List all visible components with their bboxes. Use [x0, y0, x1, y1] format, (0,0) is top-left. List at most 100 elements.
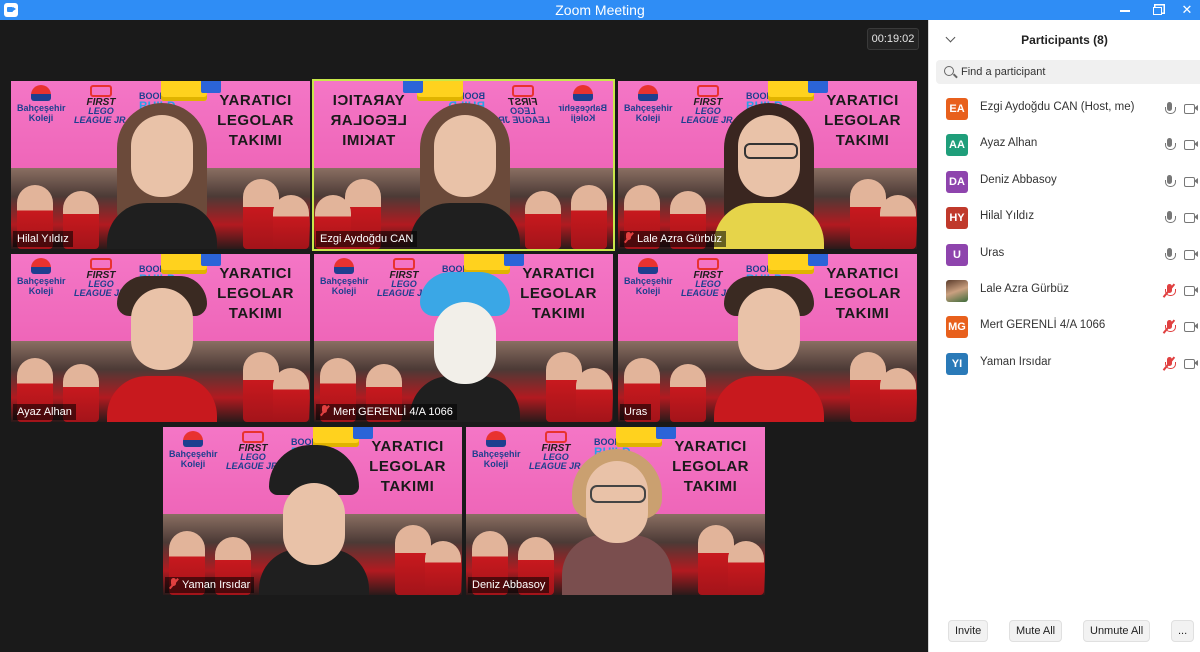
video-camera-icon[interactable] — [1184, 285, 1198, 296]
tile-name-label: Yaman Irsıdar — [165, 577, 255, 593]
avatar: DA — [946, 170, 968, 193]
participant-face — [738, 288, 800, 370]
team-member-figure — [425, 541, 461, 595]
participant-face — [434, 115, 496, 197]
slogan-line2: LEGOLAR — [330, 112, 407, 129]
unmute-all-button[interactable]: Unmute All — [1083, 620, 1151, 642]
participant-video — [107, 272, 217, 422]
participant-body — [714, 376, 824, 422]
team-member-figure — [880, 368, 916, 422]
team-member-figure — [880, 195, 916, 249]
first-logo-icon — [512, 85, 534, 97]
video-camera-icon[interactable] — [1184, 213, 1198, 224]
team-slogan: YARATICI LEGOLAR TAKIMI — [217, 264, 294, 324]
mic-icon[interactable] — [1164, 138, 1176, 152]
avatar: U — [946, 243, 968, 266]
participant-face — [131, 288, 193, 370]
video-tile[interactable]: BahçeşehirKolejiFIRSTLEGOLEAGUE JR.BOOMT… — [466, 427, 765, 595]
video-camera-icon[interactable] — [1184, 176, 1198, 187]
participant-name: Ezgi Aydoğdu CAN (Host, me) — [980, 101, 1135, 113]
team-member-figure — [525, 191, 561, 249]
school-name-line2: Koleji — [28, 286, 54, 296]
mic-slash-icon — [1162, 319, 1175, 334]
video-tile[interactable]: BahçeşehirKolejiFIRSTLEGOLEAGUE JR.BOOMT… — [314, 254, 613, 422]
participant-list: EA Ezgi Aydoğdu CAN (Host, me) AA Ayaz Alha… — [929, 91, 1200, 382]
avatar: HY — [946, 207, 968, 230]
school-name-line2: Koleji — [635, 286, 661, 296]
team-slogan: YARATICI LEGOLAR TAKIMI — [520, 264, 597, 324]
participant-row[interactable]: YI Yaman Irsıdar — [929, 346, 1200, 382]
video-tile[interactable]: BahçeşehirKolejiFIRSTLEGOLEAGUE JR.BOOMT… — [618, 81, 917, 249]
school-flame-icon — [334, 258, 354, 274]
more-options-button[interactable]: ... — [1171, 620, 1195, 642]
search-icon — [944, 66, 954, 76]
team-slogan: YARATICI LEGOLAR TAKIMI — [330, 91, 407, 151]
participant-video — [107, 99, 217, 249]
close-button[interactable]: ✕ — [1172, 0, 1200, 20]
maximize-button[interactable] — [1142, 0, 1172, 20]
video-camera-icon[interactable] — [1184, 140, 1198, 151]
slogan-line1: YARATICI — [522, 265, 595, 282]
participant-row[interactable]: DA Deniz Abbasoy — [929, 164, 1200, 200]
minimize-button[interactable] — [1110, 0, 1140, 20]
invite-button[interactable]: Invite — [948, 620, 989, 642]
muted-mic-icon[interactable] — [1162, 356, 1176, 371]
search-input[interactable] — [961, 63, 1191, 81]
muted-mic-icon[interactable] — [1162, 319, 1176, 334]
slogan-line1: YARATICI — [332, 92, 405, 109]
mic-icon[interactable] — [1164, 174, 1176, 189]
participant-body — [107, 376, 217, 422]
school-flame-icon — [573, 85, 593, 101]
tile-name-label: Ayaz Alhan — [13, 404, 76, 420]
mic-icon[interactable] — [1164, 102, 1176, 116]
video-tile[interactable]: BahçeşehirKolejiFIRSTLEGOLEAGUE JR.BOOMT… — [163, 427, 462, 595]
participant-name: Hilal Yıldız — [980, 210, 1035, 223]
school-name-line1: Bahçeşehir — [624, 276, 673, 286]
participant-face — [738, 115, 800, 197]
muted-mic-icon[interactable] — [1162, 283, 1176, 298]
video-tile[interactable]: BahçeşehirKolejiFIRSTLEGOLEAGUE JR.BOOMT… — [618, 254, 917, 422]
mic-icon[interactable] — [1164, 211, 1176, 225]
team-member-figure — [273, 368, 309, 422]
participant-row[interactable]: EA Ezgi Aydoğdu CAN (Host, me) — [929, 91, 1200, 127]
participant-video — [562, 445, 672, 595]
video-tile[interactable]: BahçeşehirKolejiFIRSTLEGOLEAGUE JR.BOOMT… — [11, 254, 310, 422]
school-name-line1: Bahçeşehir — [624, 103, 673, 113]
participants-header: Participants (8) — [929, 20, 1200, 60]
slogan-line3: TAKIMI — [835, 305, 890, 322]
video-camera-icon[interactable] — [1184, 322, 1198, 333]
participant-face — [434, 302, 496, 384]
team-member-figure — [273, 195, 309, 249]
avatar: AA — [946, 134, 968, 157]
participant-row[interactable]: U Uras — [929, 237, 1200, 273]
participant-row[interactable]: Lale Azra Gürbüz — [929, 273, 1200, 309]
mute-all-button[interactable]: Mute All — [1009, 620, 1063, 642]
tile-name-label: Hilal Yıldız — [13, 231, 73, 247]
video-tile[interactable]: BahçeşehirKolejiFIRSTLEGOLEAGUE JR.BOOMT… — [11, 81, 310, 249]
video-camera-icon[interactable] — [1184, 358, 1198, 369]
mic-slash-icon — [1162, 283, 1175, 298]
participant-row[interactable]: MG Mert GERENLİ 4/A 1066 — [929, 309, 1200, 345]
school-flame-icon — [183, 431, 203, 447]
mic-slash-icon — [1162, 356, 1175, 371]
school-name-line1: Bahçeşehir — [320, 276, 369, 286]
first-logo-icon — [697, 85, 719, 97]
participant-search[interactable] — [936, 60, 1200, 84]
video-camera-icon[interactable] — [1184, 249, 1198, 260]
mic-icon[interactable] — [1164, 247, 1176, 262]
school-logo: Bahçeşehir Koleji — [17, 258, 66, 296]
tile-participant-name: Lale Azra Gürbüz — [637, 233, 722, 245]
school-name-line1: Bahçeşehir — [17, 276, 66, 286]
school-flame-icon — [638, 258, 658, 274]
slogan-line3: TAKIMI — [228, 305, 283, 322]
team-slogan: YARATICI LEGOLAR TAKIMI — [217, 91, 294, 151]
muted-mic-icon — [320, 405, 329, 416]
video-tile[interactable]: BahçeşehirKolejiFIRSTLEGOLEAGUE JR.BOOMT… — [312, 79, 615, 251]
participant-row[interactable]: AA Ayaz Alhan — [929, 127, 1200, 163]
participant-video — [410, 99, 520, 249]
gallery-view: 00:19:02 Bahçeşehir Koleji FIRST LEGO LEAGUE… — [0, 20, 928, 652]
video-camera-icon[interactable] — [1184, 104, 1198, 114]
school-flame-icon — [638, 85, 658, 101]
participant-face — [283, 483, 345, 565]
participant-row[interactable]: HY Hilal Yıldız — [929, 200, 1200, 236]
